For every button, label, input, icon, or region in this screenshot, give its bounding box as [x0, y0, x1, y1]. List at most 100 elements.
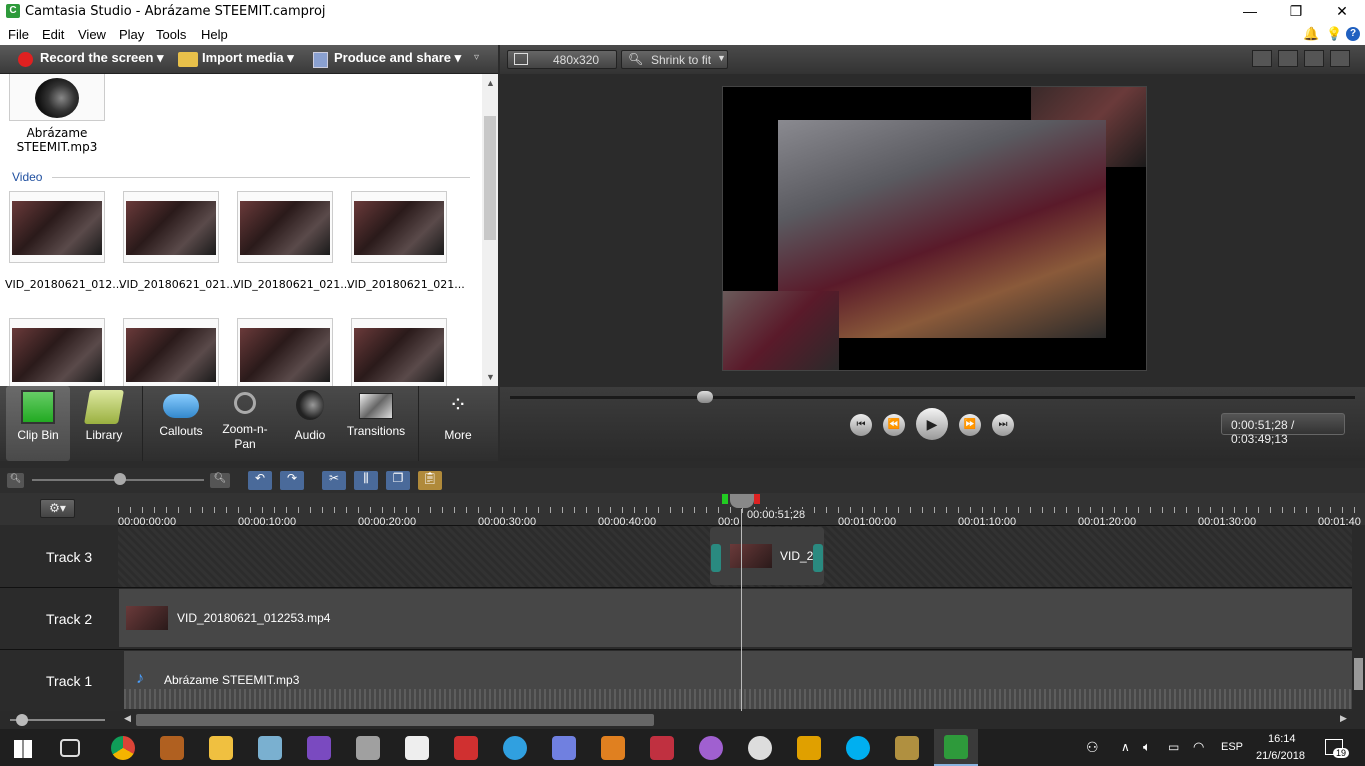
help-icon[interactable]: ? — [1346, 27, 1360, 41]
menu-file[interactable]: File — [8, 27, 29, 42]
tab-clip-bin[interactable]: Clip Bin — [6, 386, 70, 461]
zoom-slider-handle[interactable] — [114, 473, 126, 485]
zoom-out-icon[interactable]: 🔍︎ — [7, 473, 24, 488]
skip-forward-button[interactable]: ⏭ — [992, 414, 1014, 436]
skip-back-button[interactable]: ⏮ — [850, 414, 872, 436]
scroll-right-icon[interactable]: ▶ — [1340, 713, 1347, 724]
video-clip-thumb[interactable] — [123, 318, 219, 386]
scroll-thumb[interactable] — [484, 116, 496, 240]
clock-app-icon[interactable] — [748, 736, 772, 760]
rewind-button[interactable]: ⏪ — [883, 414, 905, 436]
video-clip-thumb[interactable] — [351, 318, 447, 386]
tab-audio[interactable]: Audio — [280, 386, 340, 461]
scroll-up-icon[interactable]: ▲ — [486, 78, 495, 88]
fast-forward-button[interactable]: ⏩ — [959, 414, 981, 436]
scroll-down-icon[interactable]: ▼ — [486, 372, 495, 382]
video-clip-thumb[interactable] — [237, 318, 333, 386]
camtasia-taskbar-button[interactable] — [934, 729, 978, 766]
people-icon[interactable]: ⚇ — [1086, 739, 1099, 756]
selection-start-marker[interactable] — [722, 494, 728, 504]
clip-bin-scrollbar[interactable]: ▲ ▼ — [482, 74, 498, 386]
notepad-icon[interactable] — [258, 736, 282, 760]
camera-icon[interactable] — [405, 736, 429, 760]
language-indicator[interactable]: ESP — [1221, 741, 1243, 753]
image-viewer-icon[interactable] — [356, 736, 380, 760]
canvas-size-dropdown[interactable]: 480x320 — [507, 50, 617, 69]
video-clip-thumb[interactable] — [9, 318, 105, 386]
windows-start-icon[interactable] — [14, 740, 32, 758]
paste-icon[interactable]: 📋︎ — [418, 471, 442, 490]
clock-date[interactable]: 21/6/2018 — [1256, 750, 1305, 762]
track-height-handle[interactable] — [16, 714, 28, 726]
skype-icon[interactable] — [846, 736, 870, 760]
league-icon[interactable] — [895, 736, 919, 760]
volume-icon[interactable]: 🔈︎ — [1143, 739, 1151, 755]
close-button[interactable]: ✕ — [1319, 0, 1365, 23]
app-red-icon[interactable] — [454, 736, 478, 760]
menu-tools[interactable]: Tools — [156, 27, 186, 42]
video-clip-thumb[interactable] — [9, 191, 105, 263]
undo-icon[interactable]: ↶ — [248, 471, 272, 490]
fl-studio-icon[interactable] — [601, 736, 625, 760]
telegram-icon[interactable] — [503, 736, 527, 760]
gear-icon[interactable]: ⚙▾ — [40, 499, 75, 518]
task-view-icon[interactable] — [60, 739, 80, 757]
scrub-track[interactable] — [510, 396, 1355, 399]
menu-help[interactable]: Help — [201, 27, 228, 42]
tab-library[interactable]: Library — [72, 386, 136, 461]
menu-play[interactable]: Play — [119, 27, 144, 42]
record-screen-button[interactable]: Record the screen ▾ — [40, 50, 164, 70]
clock-time[interactable]: 16:14 — [1268, 733, 1296, 745]
minimize-button[interactable]: — — [1227, 0, 1273, 23]
tab-zoom-n-pan[interactable]: Zoom-n- Pan — [214, 386, 276, 461]
copy-icon[interactable]: ❐ — [386, 471, 410, 490]
menu-edit[interactable]: Edit — [42, 27, 64, 42]
file-explorer-icon[interactable] — [209, 736, 233, 760]
audio-clip-thumb[interactable] — [9, 74, 105, 121]
app-cat-icon[interactable] — [699, 736, 723, 760]
discord-icon[interactable] — [552, 736, 576, 760]
tab-callouts[interactable]: Callouts — [150, 386, 212, 461]
clip-transition-in[interactable] — [711, 544, 721, 572]
timeline-vscroll[interactable] — [1352, 525, 1365, 711]
play-button[interactable]: ▶ — [916, 408, 948, 440]
produce-share-button[interactable]: Produce and share ▾ — [334, 50, 461, 70]
pan-hand-icon[interactable] — [1278, 50, 1298, 67]
clip-transition-out[interactable] — [813, 544, 823, 572]
scrub-handle[interactable] — [697, 391, 713, 403]
battery-icon[interactable]: ▭ — [1168, 740, 1179, 754]
app-m-icon[interactable] — [797, 736, 821, 760]
lightbulb-icon[interactable]: 💡 — [1326, 26, 1342, 42]
timeline-audio-clip[interactable]: ♪ Abrázame STEEMIT.mp3 — [124, 651, 1352, 709]
chrome-icon[interactable] — [111, 736, 135, 760]
import-media-button[interactable]: Import media ▾ — [202, 50, 294, 70]
redo-icon[interactable]: ↷ — [280, 471, 304, 490]
video-clip-thumb[interactable] — [237, 191, 333, 263]
restore-button[interactable]: ❐ — [1273, 0, 1319, 23]
hscroll-thumb[interactable] — [136, 714, 654, 726]
video-clip-thumb[interactable] — [123, 191, 219, 263]
crop-icon[interactable] — [1252, 50, 1272, 67]
video-clip-thumb[interactable] — [351, 191, 447, 263]
playhead-handle[interactable] — [730, 494, 754, 508]
zoom-dropdown[interactable]: 🔍︎ Shrink to fit ▼ — [621, 50, 728, 69]
toolbar-overflow-icon[interactable]: ▿ — [474, 52, 479, 63]
timeline-clip[interactable]: VID_20 — [710, 527, 824, 585]
scroll-left-icon[interactable]: ◀ — [124, 713, 131, 724]
app-music-icon[interactable] — [650, 736, 674, 760]
timeline-clip[interactable]: VID_20180621_012253.mp4 — [119, 589, 1352, 647]
menu-view[interactable]: View — [78, 27, 106, 42]
cut-icon[interactable]: ✂ — [322, 471, 346, 490]
track-3[interactable] — [0, 525, 1352, 587]
sublime-icon[interactable] — [160, 736, 184, 760]
chevron-up-icon[interactable]: ∧ — [1121, 740, 1130, 754]
tab-more[interactable]: ⁘ More — [424, 386, 492, 461]
bell-icon[interactable]: 🔔 — [1303, 26, 1319, 42]
zoom-in-icon[interactable]: 🔍︎ — [210, 473, 230, 488]
wifi-icon[interactable]: ◠ — [1193, 739, 1204, 755]
vscroll-thumb[interactable] — [1354, 658, 1363, 690]
selection-end-marker[interactable] — [754, 494, 760, 504]
tab-transitions[interactable]: Transitions — [342, 386, 410, 461]
preview-canvas[interactable] — [722, 86, 1147, 371]
fullscreen-icon[interactable] — [1304, 50, 1324, 67]
